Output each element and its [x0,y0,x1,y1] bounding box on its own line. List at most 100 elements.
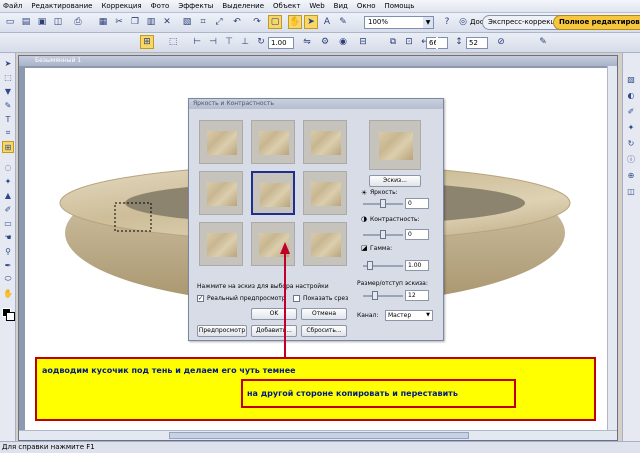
browse-icon[interactable]: ◫ [51,15,65,29]
select-icon[interactable]: ⬚ [166,35,180,49]
gamma-slider[interactable] [363,261,403,270]
globe-icon[interactable]: ◎ [456,15,470,29]
lasso-tool-icon[interactable]: ◌ [2,161,14,173]
undo-icon[interactable]: ↶ [230,15,244,29]
crop-tool-icon[interactable]: ⌗ [2,127,14,139]
chevron-down-icon[interactable]: ▼ [426,311,430,320]
realtime-preview-checkbox[interactable]: ✓ [197,295,204,302]
angle-field[interactable]: 1.00 [268,37,294,49]
align-right-icon[interactable]: ⊤ [222,35,236,49]
picker-tool-icon[interactable]: ✎ [2,99,14,111]
preview-button[interactable]: Эскиз... [369,175,421,187]
thumb-size-knob[interactable] [372,291,378,300]
menu-selection[interactable]: Выделение [222,2,264,10]
height-field[interactable]: 52 [466,37,488,49]
brightness-slider[interactable] [363,199,403,208]
preview-toggle-button[interactable]: Предпросмотр [197,325,247,337]
smudge-tool-icon[interactable]: ☚ [2,231,14,243]
grid-icon[interactable]: ⊞ [140,35,154,49]
menu-help[interactable]: Помощь [384,2,414,10]
horizontal-scrollbar[interactable] [19,430,617,440]
gamma-field[interactable]: 1.00 [405,260,429,271]
zoom-select[interactable]: 100% ▼ [364,16,434,29]
contrast-knob[interactable] [380,230,386,239]
transform-tool-icon[interactable]: ⬚ [2,71,14,83]
group-icon[interactable]: ⊡ [402,35,416,49]
brush-panel-icon[interactable]: ✐ [625,105,637,117]
wand-tool-icon[interactable]: ✦ [2,175,14,187]
settings-icon[interactable]: ⚙ [318,35,332,49]
menu-object[interactable]: Объект [273,2,300,10]
paste-icon[interactable]: ▥ [144,15,158,29]
grid-tool-icon[interactable]: ⊞ [2,141,14,153]
distribute-icon[interactable]: ⊟ [356,35,370,49]
frame-icon[interactable]: ▢ [268,15,282,29]
eraser-tool-icon[interactable]: ▭ [2,217,14,229]
crop-icon[interactable]: ⌗ [196,15,210,29]
style-panel-icon[interactable]: ✦ [625,121,637,133]
scan-icon[interactable]: ▦ [96,15,110,29]
channel-select[interactable]: Мастер ▼ [385,310,433,321]
contrast-slider[interactable] [363,230,403,239]
variant-thumb-2[interactable] [251,120,295,164]
object-panel-icon[interactable]: ◫ [625,185,637,197]
align-top-icon[interactable]: ⊥ [238,35,252,49]
pointer-icon[interactable]: ➤ [304,15,318,29]
resize-icon[interactable]: ⤢ [212,15,226,29]
shape-tool-icon[interactable]: ⬭ [2,273,14,285]
nav-panel-icon[interactable]: ⊕ [625,169,637,181]
edit-icon[interactable]: ✎ [536,35,550,49]
menu-window[interactable]: Окно [357,2,376,10]
layers-panel-icon[interactable]: ▧ [625,73,637,85]
reset-button[interactable]: Сбросить... [301,325,347,337]
thumb-size-slider[interactable] [363,291,403,300]
height-icon[interactable]: ↕ [452,35,466,49]
align-center-icon[interactable]: ⊣ [206,35,220,49]
horizontal-scroll-thumb[interactable] [169,432,469,439]
help-icon[interactable]: ? [440,15,454,29]
variant-thumb-1[interactable] [199,120,243,164]
menu-web[interactable]: Web [309,2,324,10]
lock-icon[interactable]: ⊘ [494,35,508,49]
redo-icon[interactable]: ↷ [250,15,264,29]
menu-view[interactable]: Вид [334,2,348,10]
print-icon[interactable]: ⎙ [71,15,85,29]
brightness-field[interactable]: 0 [405,198,429,209]
variant-thumb-3[interactable] [303,120,347,164]
draw-icon[interactable]: ✎ [336,15,350,29]
new-file-icon[interactable]: ▭ [3,15,17,29]
text-icon[interactable]: A [320,15,334,29]
zoom-tool-icon[interactable]: ⚲ [2,245,14,257]
variant-thumb-5-selected[interactable] [251,171,295,215]
text-tool-icon[interactable]: T [2,113,14,125]
background-color-swatch[interactable] [6,312,15,321]
copy-icon[interactable]: ❐ [128,15,142,29]
contrast-field[interactable]: 0 [405,229,429,240]
menu-photo[interactable]: Фото [151,2,170,10]
brightness-knob[interactable] [380,199,386,208]
variant-thumb-7[interactable] [199,222,243,266]
variant-thumb-9[interactable] [303,222,347,266]
bucket-tool-icon[interactable]: ▼ [2,85,14,97]
menu-edit[interactable]: Редактирование [31,2,92,10]
cut-icon[interactable]: ✂ [112,15,126,29]
cancel-button[interactable]: Отмена [301,308,347,320]
menu-effects[interactable]: Эффекты [178,2,213,10]
layers-icon[interactable]: ▧ [180,15,194,29]
flip-icon[interactable]: ⇋ [300,35,314,49]
pen-tool-icon[interactable]: ✒ [2,259,14,271]
hand-icon[interactable]: ✋ [288,15,302,29]
tab-full-edit[interactable]: Полное редактиров... [553,15,640,30]
align-left-icon[interactable]: ⊢ [190,35,204,49]
save-icon[interactable]: ▣ [35,15,49,29]
arrow-tool-icon[interactable]: ➤ [2,57,14,69]
thumb-size-field[interactable]: 12 [405,290,429,301]
brush-tool-icon[interactable]: ✐ [2,203,14,215]
variant-thumb-6[interactable] [303,171,347,215]
arrange-icon[interactable]: ⧉ [386,35,400,49]
gamma-knob[interactable] [367,261,373,270]
info-panel-icon[interactable]: ⓘ [625,153,637,165]
shape-icon[interactable]: ◉ [336,35,350,49]
open-folder-icon[interactable]: ▤ [19,15,33,29]
rotate-icon[interactable]: ↻ [254,35,268,49]
